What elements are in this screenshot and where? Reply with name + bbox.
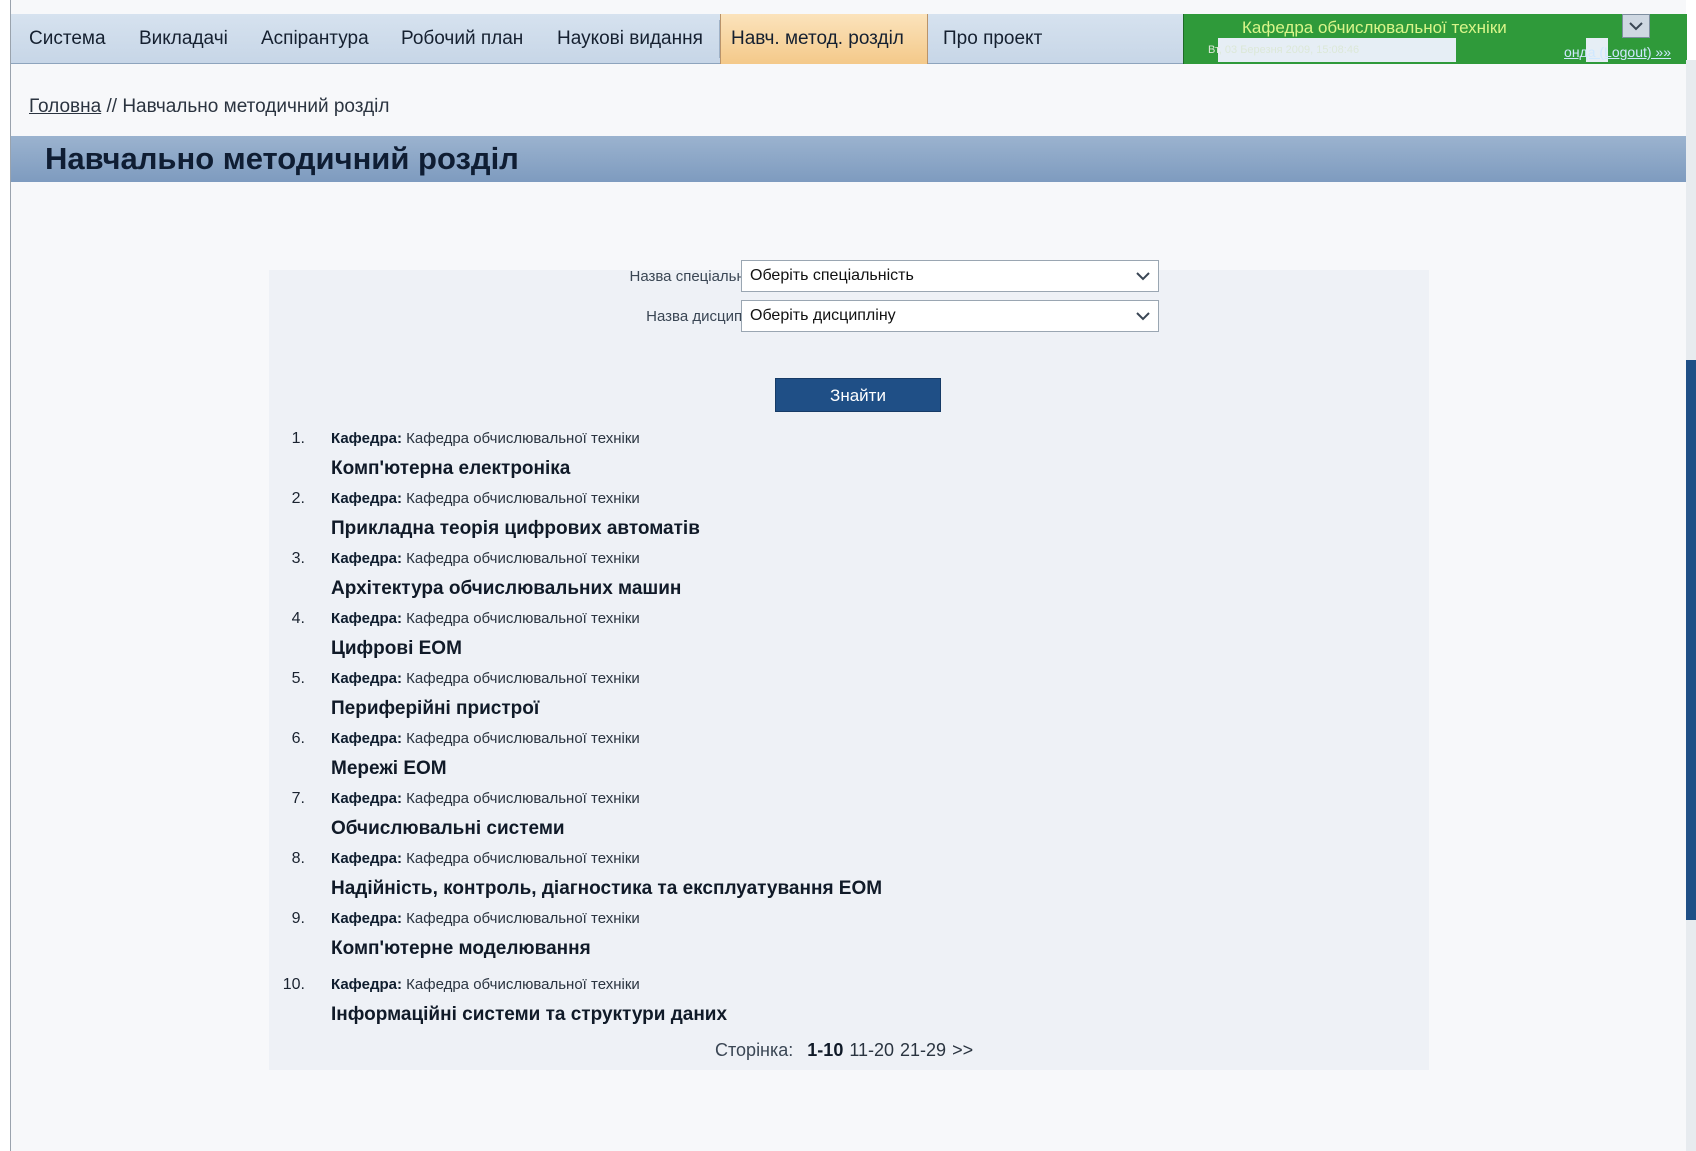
list-item-number: 10.: [282, 976, 305, 993]
current-date: Вт, 03 Березня 2009, 15:08:46: [1208, 44, 1360, 56]
user-info-panel: Кафедра обчислювальної техніки Вт, 03 Бе…: [1183, 14, 1687, 64]
list-item: 7. Кафедра: Кафедра обчислювальної техні…: [269, 790, 1429, 850]
department-label: Кафедра:: [331, 790, 402, 807]
list-item-number: 2.: [291, 490, 305, 507]
page-title-bar: Навчально методичний розділ: [11, 136, 1687, 182]
department-value: Кафедра обчислювальної техніки: [406, 976, 640, 993]
list-item-number: 6.: [291, 730, 305, 747]
list-item-subject-link[interactable]: Обчислювальні системи: [331, 818, 565, 840]
department-value: Кафедра обчислювальної техніки: [406, 550, 640, 567]
list-item-number: 7.: [291, 790, 305, 807]
list-item-department: Кафедра: Кафедра обчислювальної техніки: [331, 910, 640, 927]
list-item: 5. Кафедра: Кафедра обчислювальної техні…: [269, 670, 1429, 730]
list-item: 3. Кафедра: Кафедра обчислювальної техні…: [269, 550, 1429, 610]
department-value: Кафедра обчислювальної техніки: [406, 850, 640, 867]
list-item: 9. Кафедра: Кафедра обчислювальної техні…: [269, 910, 1429, 970]
pagination: Сторінка: 1-10 11-20 21-29 >>: [715, 1040, 979, 1061]
department-label: Кафедра:: [331, 910, 402, 927]
list-item-subject-link[interactable]: Архітектура обчислювальних машин: [331, 578, 681, 600]
department-value: Кафедра обчислювальної техніки: [406, 430, 640, 447]
list-item-number: 1.: [291, 430, 305, 447]
top-navigation: Система Викладачі Аспірантура Робочий пл…: [11, 14, 1687, 64]
list-item-department: Кафедра: Кафедра обчислювальної техніки: [331, 610, 640, 627]
list-item-department: Кафедра: Кафедра обчислювальної техніки: [331, 790, 640, 807]
department-value: Кафедра обчислювальної техніки: [406, 910, 640, 927]
department-label: Кафедра:: [331, 550, 402, 567]
list-item-number: 9.: [291, 910, 305, 927]
department-dropdown[interactable]: [1622, 14, 1650, 38]
department-label: Кафедра:: [331, 430, 402, 447]
list-item-subject-link[interactable]: Комп'ютерне моделювання: [331, 938, 591, 960]
department-value: Кафедра обчислювальної техніки: [406, 790, 640, 807]
list-item-department: Кафедра: Кафедра обчислювальної техніки: [331, 730, 640, 747]
list-item-subject-link[interactable]: Інформаційні системи та структури даних: [331, 1004, 727, 1026]
nav-item-scientific-publications[interactable]: Наукові видання: [547, 14, 713, 64]
department-value: Кафедра обчислювальної техніки: [406, 610, 640, 627]
list-item-department: Кафедра: Кафедра обчислювальної техніки: [331, 850, 640, 867]
list-item: 4. Кафедра: Кафедра обчислювальної техні…: [269, 610, 1429, 670]
department-label: Кафедра:: [331, 976, 402, 993]
department-label: Кафедра:: [331, 730, 402, 747]
breadcrumb-separator: //: [101, 96, 123, 117]
pagination-current-page: 1-10: [807, 1040, 844, 1060]
search-panel: Назва спеціальності: Оберіть спеціальніс…: [269, 260, 1429, 1070]
list-item-department: Кафедра: Кафедра обчислювальної техніки: [331, 430, 640, 447]
list-item-subject-link[interactable]: Периферійні пристрої: [331, 698, 539, 720]
discipline-select-value: Оберіть дисципліну: [750, 307, 896, 324]
pagination-next-link[interactable]: >>: [952, 1040, 973, 1060]
nav-item-postgraduate[interactable]: Аспірантура: [251, 14, 379, 64]
list-item-subject-link[interactable]: Надійність, контроль, діагностика та екс…: [331, 878, 882, 900]
list-item-number: 4.: [291, 610, 305, 627]
chevron-down-icon: [1136, 312, 1150, 321]
page-frame: Система Викладачі Аспірантура Робочий пл…: [10, 0, 1687, 1151]
chevron-down-icon: [1136, 272, 1150, 281]
list-item: 6. Кафедра: Кафедра обчислювальної техні…: [269, 730, 1429, 790]
department-label: Кафедра:: [331, 670, 402, 687]
chevron-down-icon: [1629, 22, 1643, 31]
department-label: Кафедра:: [331, 850, 402, 867]
specialty-select[interactable]: Оберіть спеціальність: [741, 260, 1159, 292]
nav-item-system[interactable]: Система: [19, 14, 116, 64]
department-label: Кафедра:: [331, 610, 402, 627]
list-item-subject-link[interactable]: Прикладна теорія цифрових автоматів: [331, 518, 700, 540]
pagination-link-21-29[interactable]: 21-29: [900, 1040, 946, 1060]
list-item-department: Кафедра: Кафедра обчислювальної техніки: [331, 670, 640, 687]
list-item-department: Кафедра: Кафедра обчислювальної техніки: [331, 490, 640, 507]
scrollbar-thumb[interactable]: [1686, 360, 1696, 920]
list-item: 1. Кафедра: Кафедра обчислювальної техні…: [269, 430, 1429, 490]
list-item-subject-link[interactable]: Комп'ютерна електроніка: [331, 458, 570, 480]
list-item-number: 8.: [291, 850, 305, 867]
nav-item-about[interactable]: Про проект: [933, 14, 1052, 64]
list-item-department: Кафедра: Кафедра обчислювальної техніки: [331, 550, 640, 567]
breadcrumb-home-link[interactable]: Головна: [29, 96, 101, 117]
breadcrumb: Головна // Навчально методичний розділ: [29, 96, 389, 118]
department-value: Кафедра обчислювальної техніки: [406, 670, 640, 687]
find-button[interactable]: Знайти: [775, 378, 941, 412]
nav-item-teaching-methods[interactable]: Навч. метод. розділ: [720, 14, 928, 64]
department-name: Кафедра обчислювальної техніки: [1242, 18, 1507, 37]
pagination-label: Сторінка:: [715, 1040, 794, 1060]
logout-link[interactable]: онда (Logout) »»: [1564, 44, 1671, 60]
list-item-number: 5.: [291, 670, 305, 687]
department-value: Кафедра обчислювальної техніки: [406, 490, 640, 507]
nav-item-teachers[interactable]: Викладачі: [129, 14, 238, 64]
list-item: 8. Кафедра: Кафедра обчислювальної техні…: [269, 850, 1429, 910]
department-label: Кафедра:: [331, 490, 402, 507]
breadcrumb-current: Навчально методичний розділ: [122, 96, 390, 117]
page-title: Навчально методичний розділ: [45, 141, 519, 176]
list-item-subject-link[interactable]: Цифрові ЕОМ: [331, 638, 462, 660]
list-item-department: Кафедра: Кафедра обчислювальної техніки: [331, 976, 640, 993]
list-item: 10. Кафедра: Кафедра обчислювальної техн…: [269, 976, 1429, 1036]
list-item: 2. Кафедра: Кафедра обчислювальної техні…: [269, 490, 1429, 550]
nav-item-work-plan[interactable]: Робочий план: [391, 14, 533, 64]
list-item-number: 3.: [291, 550, 305, 567]
discipline-select[interactable]: Оберіть дисципліну: [741, 300, 1159, 332]
pagination-link-11-20[interactable]: 11-20: [849, 1040, 894, 1060]
vertical-scrollbar[interactable]: [1686, 60, 1696, 1151]
specialty-select-value: Оберіть спеціальність: [750, 267, 914, 284]
list-item-subject-link[interactable]: Мережі ЕОМ: [331, 758, 447, 780]
department-value: Кафедра обчислювальної техніки: [406, 730, 640, 747]
